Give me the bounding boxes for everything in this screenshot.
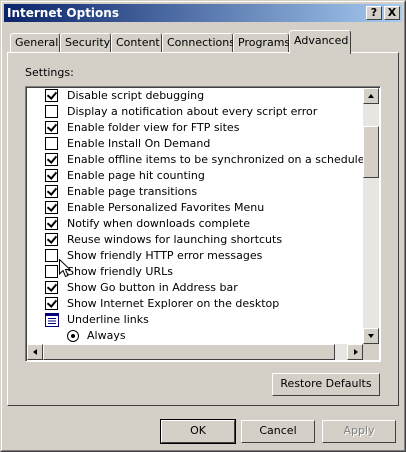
scroll-left-button[interactable]: [27, 344, 43, 360]
setting-label: Notify when downloads complete: [67, 217, 251, 230]
checkbox-checked[interactable]: [45, 169, 58, 182]
window-title: Internet Options: [7, 6, 119, 20]
arrow-right-icon: [354, 349, 358, 355]
tab-content[interactable]: Content: [111, 33, 162, 52]
setting-label: Enable Personalized Favorites Menu: [67, 201, 265, 214]
tab-programs[interactable]: Programs: [233, 33, 290, 52]
checkbox-unchecked[interactable]: [45, 105, 58, 118]
apply-button[interactable]: Apply: [322, 420, 396, 443]
setting-label: Disable script debugging: [67, 89, 205, 102]
scroll-down-button[interactable]: [363, 328, 379, 344]
arrow-left-icon: [33, 349, 37, 355]
tab-advanced[interactable]: Advanced: [289, 30, 351, 54]
checkbox-checked[interactable]: [45, 281, 58, 294]
setting-label: Enable page hit counting: [67, 169, 205, 182]
checkbox-unchecked[interactable]: [45, 137, 58, 150]
checkbox-checked[interactable]: [45, 121, 58, 134]
tab-general[interactable]: General: [10, 33, 60, 52]
checkbox-unchecked[interactable]: [45, 249, 58, 262]
checkbox-checked[interactable]: [45, 153, 58, 166]
setting-label: Display a notification about every scrip…: [67, 105, 318, 118]
vertical-scroll-thumb[interactable]: [363, 126, 379, 178]
help-button[interactable]: ?: [366, 6, 382, 20]
setting-label: Enable page transitions: [67, 185, 198, 198]
setting-label: Show Go button in Address bar: [67, 281, 238, 294]
settings-items: Disable script debugging Display a notif…: [27, 88, 363, 344]
vertical-scrollbar[interactable]: [363, 88, 379, 344]
advanced-panel: Settings: Disable script debugging Displ…: [7, 52, 399, 406]
restore-defaults-button[interactable]: Restore Defaults: [272, 373, 380, 396]
setting-label: Enable Install On Demand: [67, 137, 211, 150]
arrow-down-icon: [368, 334, 374, 338]
radio-selected[interactable]: [67, 330, 79, 342]
checkbox-checked[interactable]: [45, 297, 58, 310]
scrollbar-corner: [363, 344, 379, 360]
cancel-button[interactable]: Cancel: [241, 420, 315, 443]
group-label: Underline links: [67, 313, 149, 326]
settings-label: Settings:: [25, 66, 74, 79]
checkbox-unchecked[interactable]: [45, 265, 58, 278]
setting-label: Show Internet Explorer on the desktop: [67, 297, 280, 310]
setting-label: Show friendly URLs: [67, 265, 173, 278]
scroll-up-button[interactable]: [363, 88, 379, 104]
setting-label: Show friendly HTTP error messages: [67, 249, 263, 262]
checkbox-checked[interactable]: [45, 217, 58, 230]
horizontal-scrollbar[interactable]: [27, 344, 363, 360]
checkbox-checked[interactable]: [45, 233, 58, 246]
checkbox-checked[interactable]: [45, 201, 58, 214]
checkbox-checked[interactable]: [45, 185, 58, 198]
setting-label: Enable folder view for FTP sites: [67, 121, 240, 134]
arrow-up-icon: [368, 94, 374, 98]
internet-options-dialog: Internet Options ? X General Security Co…: [0, 0, 406, 452]
ok-button[interactable]: OK: [160, 419, 236, 444]
checkbox-checked[interactable]: [45, 89, 58, 102]
radio-label: Always: [87, 329, 126, 342]
setting-label: Reuse windows for launching shortcuts: [67, 233, 283, 246]
horizontal-scroll-thumb[interactable]: [43, 344, 335, 360]
settings-list[interactable]: Disable script debugging Display a notif…: [25, 86, 381, 362]
title-bar: Internet Options ? X: [4, 4, 402, 22]
close-button[interactable]: X: [384, 6, 400, 20]
mouse-pointer-icon: [59, 259, 71, 278]
settings-group-icon: [45, 313, 59, 327]
tab-security[interactable]: Security: [60, 33, 111, 52]
setting-label: Enable offline items to be synchronized …: [67, 153, 363, 166]
scroll-right-button[interactable]: [347, 344, 363, 360]
tab-connections[interactable]: Connections: [162, 33, 235, 52]
